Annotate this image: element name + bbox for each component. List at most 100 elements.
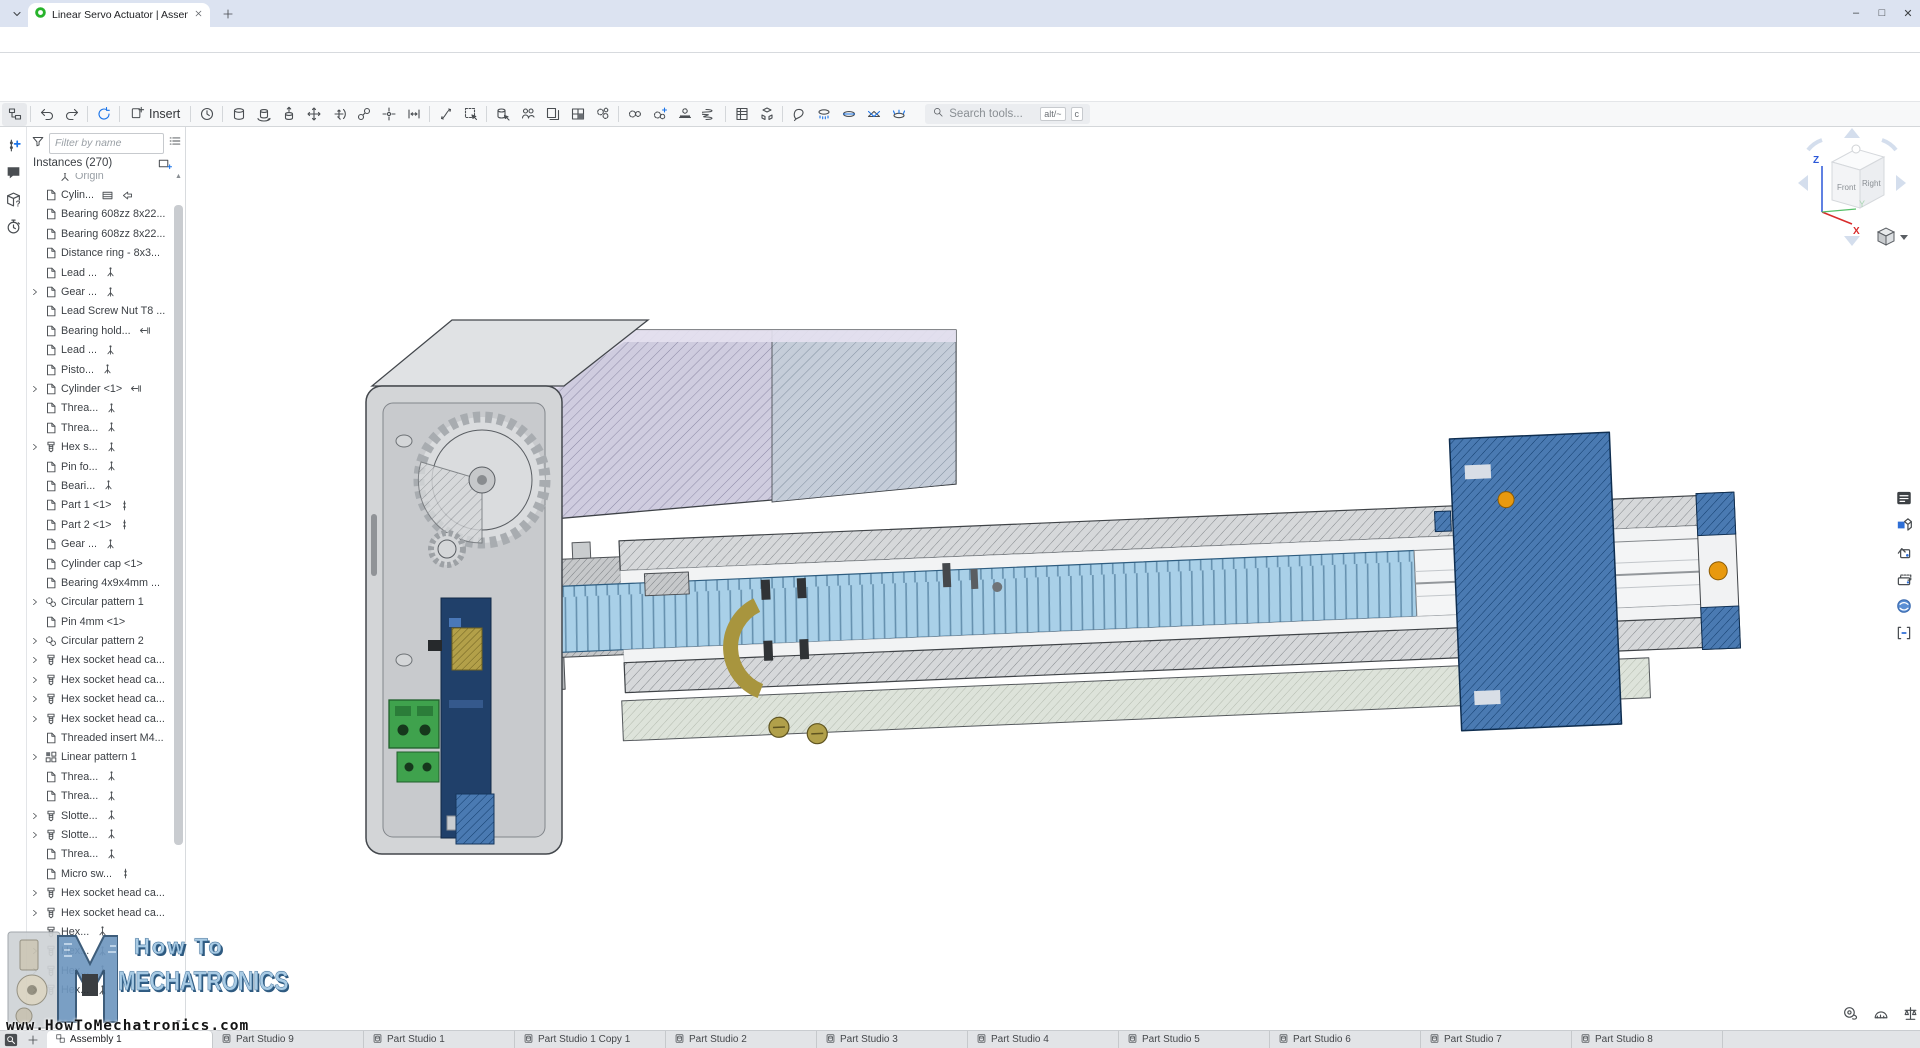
instance-row[interactable]: Hex socket head ca... bbox=[27, 651, 175, 670]
model-viewport[interactable] bbox=[186, 127, 1920, 1030]
part-query-icon[interactable]: ? bbox=[3, 189, 23, 209]
instance-row[interactable]: Linear pattern 1 bbox=[27, 748, 175, 767]
snap-mode-icon[interactable] bbox=[351, 103, 376, 126]
tab-part-studio-3[interactable]: Part Studio 3 bbox=[817, 1031, 968, 1048]
tab-part-studio-2[interactable]: Part Studio 2 bbox=[666, 1031, 817, 1048]
mate-connector-add-icon[interactable] bbox=[3, 135, 23, 155]
instance-row[interactable]: Threa... bbox=[27, 418, 175, 437]
instance-row[interactable]: Pin 4mm <1> bbox=[27, 612, 175, 631]
instance-row[interactable]: Pin fo... bbox=[27, 457, 175, 476]
ball-mate-icon[interactable] bbox=[886, 103, 911, 126]
sync-icon[interactable] bbox=[91, 103, 116, 126]
planar-mate-icon[interactable] bbox=[861, 103, 886, 126]
instance-row[interactable]: Bearing 4x9x4mm ... bbox=[27, 573, 175, 592]
instance-row[interactable]: Hex socket head ca... bbox=[27, 903, 175, 922]
insert-item-icon[interactable] bbox=[157, 156, 173, 172]
instance-row[interactable]: Origin bbox=[27, 173, 175, 185]
fastened-mate-icon[interactable] bbox=[433, 103, 458, 126]
tab-manager-search-icon[interactable] bbox=[4, 1033, 20, 1047]
instance-row[interactable]: Threaded insert M4... bbox=[27, 728, 175, 747]
instance-row[interactable]: Hex socket head ca... bbox=[27, 883, 175, 902]
instance-row[interactable]: Threa... bbox=[27, 787, 175, 806]
instance-row[interactable]: Hex s... bbox=[27, 437, 175, 456]
select-region-icon[interactable] bbox=[458, 103, 483, 126]
tool-search-input[interactable] bbox=[949, 108, 1035, 120]
instance-row[interactable]: Lead ... bbox=[27, 263, 175, 282]
expand-chevron-icon[interactable] bbox=[27, 810, 43, 822]
expand-chevron-icon[interactable] bbox=[27, 693, 43, 705]
expand-chevron-icon[interactable] bbox=[27, 965, 43, 977]
mate-connector-icon[interactable] bbox=[647, 103, 672, 126]
exploded-view-icon[interactable] bbox=[754, 103, 779, 126]
instance-row[interactable]: Bearing hold... bbox=[27, 321, 175, 340]
rack-relation-icon[interactable] bbox=[672, 103, 697, 126]
instance-row[interactable]: Pisto... bbox=[27, 360, 175, 379]
tab-close-icon[interactable] bbox=[193, 6, 204, 24]
assembly-structure-panel-icon[interactable] bbox=[2, 103, 27, 126]
configurations-panel-icon[interactable] bbox=[1892, 621, 1916, 644]
filter-funnel-icon[interactable] bbox=[31, 134, 45, 153]
window-maximize-button[interactable]: □ bbox=[1872, 3, 1892, 23]
viewcube-front-face[interactable]: Front bbox=[1837, 183, 1856, 192]
instance-row[interactable]: Micro sw... bbox=[27, 864, 175, 883]
redo-icon[interactable] bbox=[59, 103, 84, 126]
instance-row[interactable]: Lead ... bbox=[27, 341, 175, 360]
viewcube-right-face[interactable]: Right bbox=[1862, 179, 1881, 188]
instance-row[interactable]: Hex... bbox=[27, 942, 175, 961]
revolute-mate-icon[interactable] bbox=[811, 103, 836, 126]
section-view-panel-icon[interactable] bbox=[1892, 567, 1916, 590]
tab-part-studio-1-copy-1[interactable]: Part Studio 1 Copy 1 bbox=[515, 1031, 666, 1048]
tab-part-studio-9[interactable]: Part Studio 9 bbox=[213, 1031, 364, 1048]
screw-relation-icon[interactable] bbox=[697, 103, 722, 126]
instance-row[interactable]: Threa... bbox=[27, 767, 175, 786]
tab-search-caret-icon[interactable] bbox=[8, 5, 26, 23]
scroll-up-icon[interactable]: ▲ bbox=[174, 173, 183, 180]
instance-row[interactable]: Part 1 <1> bbox=[27, 496, 175, 515]
instance-row[interactable]: Hex socket head ca... bbox=[27, 709, 175, 728]
mass-properties-icon[interactable] bbox=[1900, 1004, 1920, 1022]
expand-chevron-icon[interactable] bbox=[27, 887, 43, 899]
instance-row[interactable]: Hex socket head ca... bbox=[27, 690, 175, 709]
pattern-tools-icon[interactable] bbox=[590, 103, 615, 126]
new-element-tab-icon[interactable] bbox=[25, 1033, 41, 1047]
measure-loop-icon[interactable] bbox=[786, 103, 811, 126]
comments-icon[interactable] bbox=[3, 162, 23, 182]
tab-part-studio-1[interactable]: Part Studio 1 bbox=[364, 1031, 515, 1048]
panel-scrollbar[interactable]: ▲ ▼ bbox=[174, 173, 183, 1026]
tab-part-studio-5[interactable]: Part Studio 5 bbox=[1119, 1031, 1270, 1048]
scrollbar-thumb[interactable] bbox=[174, 205, 183, 845]
raise-part-icon[interactable] bbox=[276, 103, 301, 126]
scroll-down-icon[interactable]: ▼ bbox=[174, 1019, 183, 1026]
comments-panel-icon[interactable] bbox=[1892, 486, 1916, 509]
insert-button[interactable]: Insert bbox=[123, 103, 187, 126]
translate-part-icon[interactable] bbox=[301, 103, 326, 126]
appearance-panel-icon[interactable] bbox=[1892, 513, 1916, 536]
window-close-button[interactable]: ✕ bbox=[1898, 3, 1918, 23]
expand-chevron-icon[interactable] bbox=[27, 751, 43, 763]
expand-chevron-icon[interactable] bbox=[27, 907, 43, 919]
instance-row[interactable]: Lead Screw Nut T8 ... bbox=[27, 302, 175, 321]
view-options-cube-icon[interactable] bbox=[1878, 228, 1908, 245]
move-rotate-icon[interactable] bbox=[326, 103, 351, 126]
instance-row[interactable]: Circular pattern 1 bbox=[27, 593, 175, 612]
expand-chevron-icon[interactable] bbox=[27, 713, 43, 725]
render-panel-icon[interactable] bbox=[1892, 594, 1916, 617]
expand-chevron-icon[interactable] bbox=[27, 596, 43, 608]
instance-row[interactable]: Hex... bbox=[27, 980, 175, 999]
list-view-icon[interactable] bbox=[168, 134, 182, 153]
instance-row[interactable]: Hex socket head ca... bbox=[27, 670, 175, 689]
bom-table-icon[interactable] bbox=[729, 103, 754, 126]
tab-assembly-1[interactable]: Assembly 1 bbox=[47, 1031, 213, 1048]
instance-row[interactable]: Threa... bbox=[27, 845, 175, 864]
expand-chevron-icon[interactable] bbox=[27, 829, 43, 841]
instance-row[interactable]: Distance ring - 8x3... bbox=[27, 244, 175, 263]
expand-chevron-icon[interactable] bbox=[27, 674, 43, 686]
tape-measure-icon[interactable] bbox=[1840, 1004, 1860, 1022]
window-minimize-button[interactable]: – bbox=[1846, 3, 1866, 23]
tab-part-studio-6[interactable]: Part Studio 6 bbox=[1270, 1031, 1421, 1048]
export-panel-icon[interactable] bbox=[1892, 540, 1916, 563]
instance-row[interactable]: Threa... bbox=[27, 399, 175, 418]
instance-row[interactable]: Part 2 <1> bbox=[27, 515, 175, 534]
timer-icon[interactable] bbox=[3, 216, 23, 236]
instance-row[interactable]: Bearing 608zz 8x22... bbox=[27, 224, 175, 243]
